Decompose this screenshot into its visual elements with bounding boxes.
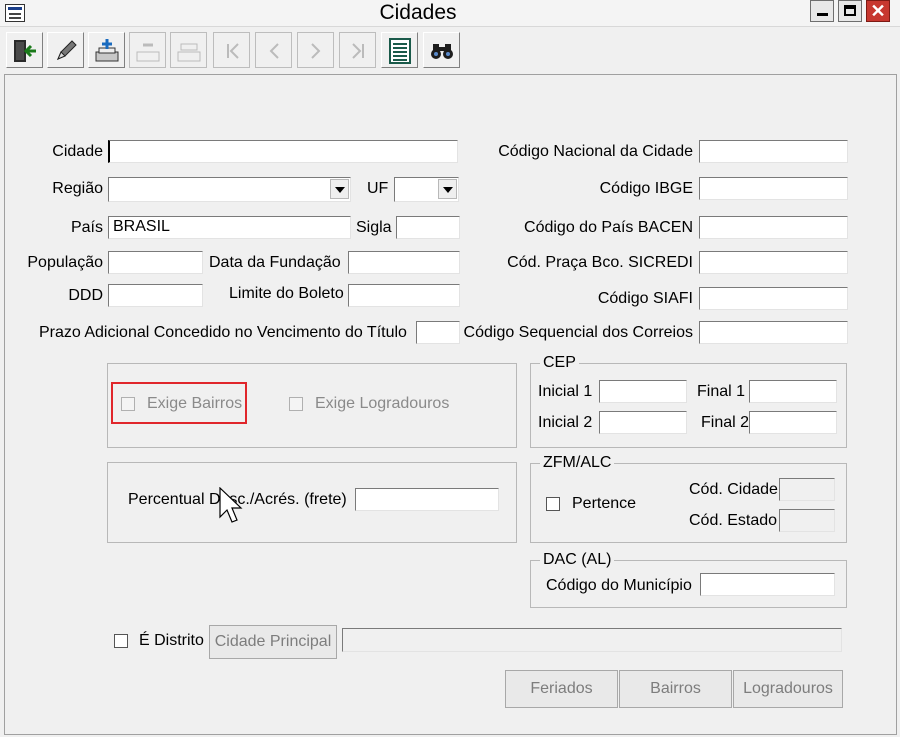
list-view-icon (389, 38, 411, 64)
close-icon: ✕ (870, 1, 886, 21)
cep-inicial1-input[interactable] (599, 380, 687, 403)
first-button[interactable] (213, 32, 250, 68)
exige-logradouros-label: Exige Logradouros (315, 395, 450, 412)
last-record-icon (352, 43, 364, 59)
pais-label: País (70, 219, 103, 236)
add-button[interactable] (88, 32, 125, 68)
codigo-nacional-label: Código Nacional da Cidade (498, 143, 693, 160)
codigo-nacional-input[interactable] (699, 140, 848, 163)
minimize-icon (817, 13, 828, 16)
maximize-icon (844, 5, 856, 16)
logradouros-button[interactable]: Logradouros (733, 670, 843, 708)
sigla-label: Sigla (356, 219, 392, 236)
mouse-cursor-icon (219, 487, 243, 523)
list-button[interactable] (381, 32, 418, 68)
delete-record-icon (136, 43, 160, 62)
limite-boleto-input[interactable] (348, 284, 460, 307)
cep-final2-label: Final 2 (701, 414, 750, 431)
binoculars-search-icon (431, 44, 453, 59)
cep-inicial1-label: Inicial 1 (538, 383, 593, 400)
cod-cidade-label: Cód. Cidade (689, 481, 778, 498)
chevron-down-icon[interactable] (438, 179, 457, 199)
cidade-input[interactable] (108, 140, 458, 163)
cep-inicial2-label: Inicial 2 (538, 414, 593, 431)
codigo-siafi-label: Código SIAFI (597, 290, 693, 307)
cep-group (530, 363, 847, 448)
cep-final1-label: Final 1 (697, 383, 746, 400)
bairros-button[interactable]: Bairros (619, 670, 732, 708)
e-distrito-checkbox[interactable] (114, 634, 128, 648)
zfm-title: ZFM/ALC (540, 454, 615, 472)
feriados-button[interactable]: Feriados (505, 670, 618, 708)
last-button[interactable] (339, 32, 376, 68)
exige-bairros-checkbox[interactable] (121, 397, 135, 411)
codigo-pais-bacen-label: Código do País BACEN (524, 219, 693, 236)
add-record-icon (95, 39, 119, 62)
next-record-icon (311, 43, 321, 59)
limite-boleto-label: Limite do Boleto (229, 285, 344, 302)
cod-praca-sicredi-input[interactable] (699, 251, 848, 274)
dac-title: DAC (AL) (540, 551, 615, 569)
cep-final1-input[interactable] (749, 380, 837, 403)
data-fundacao-input[interactable] (348, 251, 460, 274)
pertence-checkbox[interactable] (546, 497, 560, 511)
close-button[interactable]: ✕ (866, 0, 890, 22)
first-record-icon (227, 43, 239, 59)
populacao-input[interactable] (108, 251, 203, 274)
cep-final2-input[interactable] (749, 411, 837, 434)
pertence-label: Pertence (572, 495, 637, 512)
uf-select[interactable] (394, 177, 459, 202)
pais-input[interactable]: BRASIL (108, 216, 351, 239)
regiao-select[interactable] (108, 177, 351, 202)
codigo-sequencial-correios-label: Código Sequencial dos Correios (463, 324, 693, 341)
delete-button[interactable] (129, 32, 166, 68)
data-fundacao-label: Data da Fundação (209, 254, 341, 271)
codigo-municipio-label: Código do Município (546, 577, 692, 594)
exit-door-icon (14, 40, 36, 62)
codigo-pais-bacen-input[interactable] (699, 216, 848, 239)
cidade-principal-button[interactable]: Cidade Principal (209, 625, 337, 659)
cep-inicial2-input[interactable] (599, 411, 687, 434)
prazo-adicional-input[interactable] (416, 321, 460, 344)
populacao-label: População (27, 254, 103, 271)
cod-estado-input[interactable] (779, 509, 835, 532)
previous-button[interactable] (255, 32, 292, 68)
codigo-sequencial-correios-input[interactable] (699, 321, 848, 344)
prazo-adicional-label: Prazo Adicional Concedido no Vencimento … (39, 324, 407, 341)
pencil-edit-icon (57, 40, 77, 60)
edit-button[interactable] (47, 32, 84, 68)
cidade-principal-field[interactable] (342, 628, 842, 652)
codigo-ibge-input[interactable] (699, 177, 848, 200)
chevron-down-icon[interactable] (330, 179, 349, 199)
cod-praca-sicredi-label: Cód. Praça Bco. SICREDI (507, 254, 693, 271)
codigo-municipio-input[interactable] (700, 573, 835, 596)
ddd-label: DDD (68, 287, 103, 304)
ddd-input[interactable] (108, 284, 203, 307)
uf-label: UF (367, 180, 389, 197)
save-record-icon (177, 43, 201, 62)
search-button[interactable] (423, 32, 460, 68)
e-distrito-label: É Distrito (139, 632, 204, 649)
cidade-label: Cidade (52, 143, 103, 160)
codigo-ibge-label: Código IBGE (599, 180, 693, 197)
exige-logradouros-checkbox[interactable] (289, 397, 303, 411)
previous-record-icon (269, 43, 279, 59)
exige-bairros-label: Exige Bairros (147, 395, 243, 412)
sigla-input[interactable] (396, 216, 460, 239)
exit-button[interactable] (6, 32, 43, 68)
minimize-button[interactable] (810, 0, 834, 22)
cep-title: CEP (540, 354, 579, 372)
next-button[interactable] (297, 32, 334, 68)
cod-estado-label: Cód. Estado (689, 512, 778, 529)
maximize-button[interactable] (838, 0, 862, 22)
codigo-siafi-input[interactable] (699, 287, 848, 310)
window-title: Cidades (379, 1, 457, 24)
cod-cidade-input[interactable] (779, 478, 835, 501)
percentual-input[interactable] (355, 488, 499, 511)
regiao-label: Região (52, 180, 103, 197)
save-button[interactable] (170, 32, 207, 68)
